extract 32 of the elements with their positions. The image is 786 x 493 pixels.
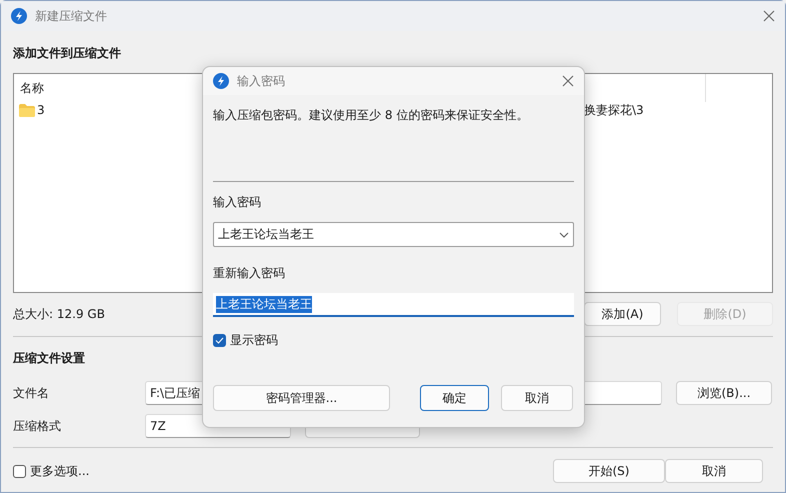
add-button[interactable]: 添加(A) — [584, 302, 661, 326]
section-heading: 添加文件到压缩文件 — [13, 45, 122, 62]
checkbox-label[interactable]: 更多选项... — [30, 462, 90, 480]
dialog-message: 输入压缩包密码。建议使用至少 8 位的密码来保证安全性。 — [213, 107, 530, 124]
file-name[interactable]: 3 — [37, 103, 45, 117]
total-size: 总大小: 12.9 GB — [13, 306, 106, 322]
column-header: 名称 — [20, 80, 44, 96]
caret-icon[interactable] — [559, 232, 569, 238]
section-heading: 压缩文件设置 — [13, 350, 86, 367]
dialog-cancel-button[interactable]: 取消 — [501, 385, 573, 411]
dialog-title: 输入密码 — [237, 72, 286, 90]
dialog-manager-button[interactable]: 密码管理器... — [213, 385, 390, 411]
password-combobox[interactable]: 上老王论坛当老王 — [213, 222, 574, 247]
checkbox[interactable] — [13, 464, 26, 478]
close-icon[interactable] — [763, 10, 775, 22]
field-label: 输入密码 — [213, 194, 262, 211]
cancel-button[interactable]: 取消 — [665, 459, 763, 483]
browse-button[interactable]: 浏览(B)... — [676, 381, 772, 405]
field-label: 压缩格式 — [13, 418, 62, 434]
app-logo-icon — [11, 8, 27, 24]
close-icon[interactable] — [562, 75, 574, 87]
file-path: 换妻探花\3 — [584, 102, 644, 118]
dialog-ok-button[interactable]: 确定 — [420, 385, 489, 411]
confirm-password-field[interactable]: 上老王论坛当老王 — [213, 293, 574, 317]
start-button[interactable]: 开始(S) — [553, 459, 665, 483]
checkbox[interactable] — [213, 334, 226, 347]
folder-icon — [19, 104, 35, 116]
field-label: 重新输入密码 — [213, 265, 286, 282]
field-label: 文件名 — [13, 384, 50, 402]
window-title: 新建压缩文件 — [35, 8, 108, 24]
app-logo-icon — [213, 73, 229, 89]
checkbox-label[interactable]: 显示密码 — [230, 332, 278, 349]
